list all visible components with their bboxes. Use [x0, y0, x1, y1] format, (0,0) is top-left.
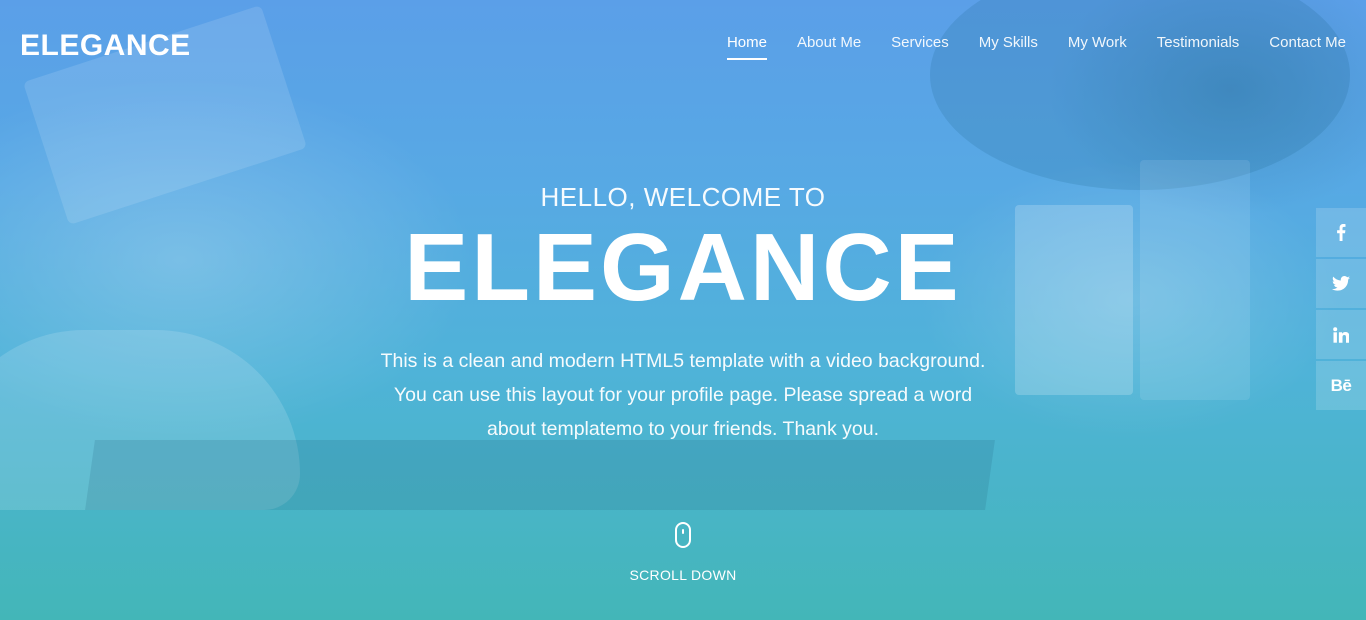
social-sidebar: Bē — [1316, 208, 1366, 410]
main-nav: Home About Me Services My Skills My Work… — [726, 32, 1346, 60]
nav-item-services[interactable]: Services — [891, 32, 949, 60]
linkedin-button[interactable] — [1316, 310, 1366, 359]
nav-item-contact-me[interactable]: Contact Me — [1269, 32, 1346, 60]
nav-item-about-me[interactable]: About Me — [797, 32, 861, 60]
background-plant — [930, 0, 1350, 190]
background-table — [85, 440, 995, 510]
scroll-down-button[interactable]: SCROLL DOWN — [0, 522, 1366, 583]
behance-icon: Bē — [1330, 375, 1352, 395]
nav-item-home[interactable]: Home — [726, 32, 767, 60]
nav-item-my-skills[interactable]: My Skills — [979, 32, 1038, 60]
hero-title: ELEGANCE — [404, 214, 962, 321]
hero-description: This is a clean and modern HTML5 templat… — [380, 350, 986, 440]
twitter-icon — [1332, 276, 1350, 291]
facebook-button[interactable] — [1316, 208, 1366, 257]
behance-button[interactable]: Bē — [1316, 361, 1366, 410]
twitter-button[interactable] — [1316, 259, 1366, 308]
linkedin-icon — [1333, 326, 1349, 343]
nav-item-my-work[interactable]: My Work — [1068, 32, 1127, 60]
scroll-down-label: SCROLL DOWN — [629, 567, 737, 583]
hero-content: HELLO, WELCOME TO ELEGANCE This is a cle… — [0, 180, 1366, 446]
mouse-icon — [675, 522, 691, 548]
facebook-icon — [1337, 224, 1346, 241]
nav-item-testimonials[interactable]: Testimonials — [1157, 32, 1240, 60]
site-logo[interactable]: ELEGANCE — [20, 26, 191, 66]
hero-greeting: HELLO, WELCOME TO — [540, 182, 826, 212]
